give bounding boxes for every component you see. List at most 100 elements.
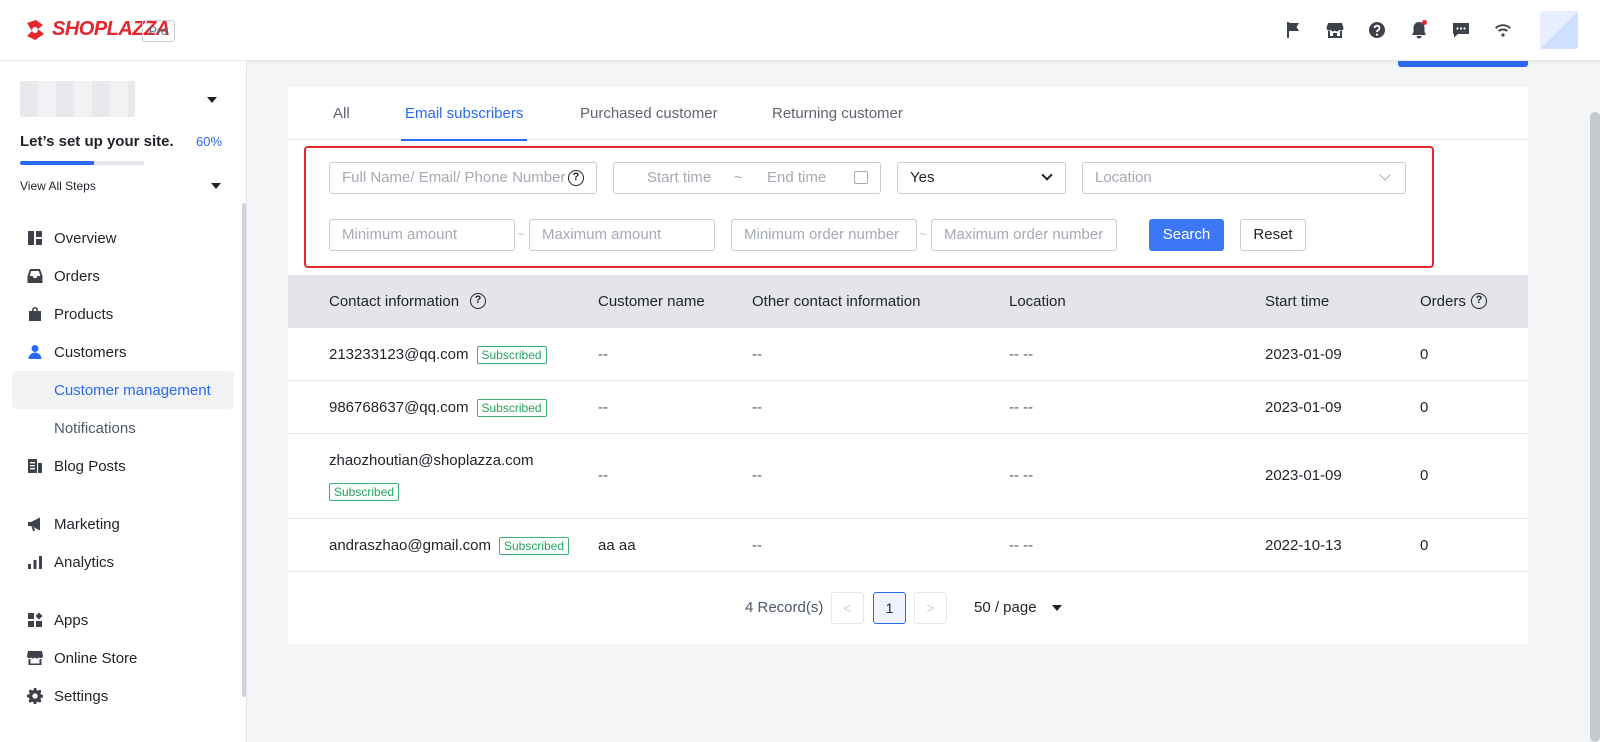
date-range-picker[interactable]: Start time ~ End time: [613, 162, 881, 194]
customer-name-cell: --: [598, 399, 608, 416]
reset-button[interactable]: Reset: [1240, 219, 1306, 251]
next-page-button[interactable]: >: [914, 592, 947, 624]
chevron-down-icon: [1041, 169, 1053, 181]
page-scrollbar[interactable]: [1590, 112, 1600, 742]
sidebar-item-customer-management[interactable]: Customer management: [12, 371, 234, 409]
store-icon[interactable]: [1314, 0, 1356, 60]
tab-email-subscribers[interactable]: Email subscribers: [400, 87, 528, 141]
page-button[interactable]: 1: [873, 592, 906, 624]
subscribed-badge: Subscribed: [476, 399, 547, 418]
contact-email: 213233123@qq.com: [329, 346, 469, 363]
search-input-placeholder: Full Name/ Email/ Phone Number: [342, 169, 566, 186]
sidebar-item-analytics[interactable]: Analytics: [12, 543, 234, 581]
sidebar-item-label: Overview: [54, 229, 117, 247]
sidebar-item-label: Notifications: [54, 419, 136, 437]
megaphone-icon: [26, 515, 44, 533]
help-circle-icon[interactable]: ?: [568, 170, 584, 186]
sidebar-item-customers[interactable]: Customers: [12, 333, 234, 371]
sidebar-scrollbar[interactable]: [242, 203, 246, 697]
start-time-field[interactable]: Start time: [647, 163, 711, 193]
sidebar-item-online-store[interactable]: Online Store: [12, 639, 234, 677]
sidebar-item-settings[interactable]: Settings: [12, 677, 234, 715]
orders-cell: 0: [1420, 467, 1429, 484]
start-time-cell: 2023-01-09: [1265, 399, 1342, 416]
header-action-button[interactable]: [1398, 61, 1528, 67]
calendar-icon: [854, 171, 868, 184]
chevron-left-icon: <: [843, 600, 852, 616]
search-button[interactable]: Search: [1149, 219, 1224, 251]
sidebar-item-label: Products: [54, 305, 114, 323]
store-name-blurred: [20, 81, 135, 117]
wifi-icon[interactable]: [1482, 0, 1524, 60]
sidebar-item-label: Settings: [54, 687, 109, 705]
table-row[interactable]: andraszhao@gmail.com Subscribed aa aa -- …: [288, 519, 1528, 572]
sidebar-item-overview[interactable]: Overview: [12, 219, 234, 257]
blog-icon: [26, 457, 44, 475]
maximum-amount-placeholder: Maximum amount: [542, 226, 662, 243]
top-actions: [1272, 0, 1600, 60]
sidebar-item-label: Marketing: [54, 515, 120, 533]
flag-icon[interactable]: [1272, 0, 1314, 60]
minimum-order-placeholder: Minimum order number: [744, 226, 900, 243]
chevron-down-icon[interactable]: [211, 183, 221, 189]
subscribed-badge: Subscribed: [498, 537, 570, 556]
tab-all[interactable]: All: [333, 87, 350, 140]
range-separator: ~: [919, 226, 928, 242]
end-time-field[interactable]: End time: [767, 163, 826, 193]
contact-email: andraszhao@gmail.com: [329, 537, 491, 554]
table-row[interactable]: zhaozhoutian@shoplazza.com Subscribed --…: [288, 434, 1528, 519]
sidebar-item-label: Apps: [54, 611, 89, 629]
sidebar-item-notifications[interactable]: Notifications: [12, 409, 234, 447]
subscribed-badge: Subscribed: [476, 346, 547, 365]
record-count: 4 Record(s): [745, 599, 824, 616]
column-start-time: Start time: [1265, 293, 1330, 310]
help-circle-icon[interactable]: [1356, 0, 1398, 60]
sidebar-item-orders[interactable]: Orders: [12, 257, 234, 295]
sidebar: Let’s set up your site. 60% View All Ste…: [0, 61, 247, 742]
column-customer-name: Customer name: [598, 293, 705, 310]
avatar[interactable]: [1540, 11, 1578, 49]
sidebar-item-marketing[interactable]: Marketing: [12, 505, 234, 543]
location-cell: -- --: [1009, 537, 1034, 554]
overview-icon: [26, 229, 44, 247]
other-contact-cell: --: [752, 537, 762, 554]
chat-icon[interactable]: [1440, 0, 1482, 60]
location-cell: -- --: [1009, 467, 1034, 484]
minimum-amount-input[interactable]: Minimum amount: [329, 219, 515, 251]
pagination: < 1 >: [831, 592, 947, 624]
bag-icon: [26, 305, 44, 323]
subscribed-select-value: Yes: [910, 169, 935, 186]
view-all-steps[interactable]: View All Steps: [20, 179, 96, 193]
location-select[interactable]: Location: [1082, 162, 1406, 194]
search-input[interactable]: Full Name/ Email/ Phone Number ?: [329, 162, 597, 194]
sidebar-item-apps[interactable]: Apps: [12, 601, 234, 639]
other-contact-cell: --: [752, 346, 762, 363]
sidebar-nav: Overview Orders Products Customers Custo…: [12, 219, 234, 715]
contact-cell: 213233123@qq.com Subscribed: [329, 346, 547, 365]
store-switcher[interactable]: [20, 81, 225, 119]
table-row[interactable]: 986768637@qq.com Subscribed -- -- -- -- 2…: [288, 381, 1528, 434]
sidebar-item-blog-posts[interactable]: Blog Posts: [12, 447, 234, 485]
customer-tabs: All Email subscribers Purchased customer…: [288, 87, 1528, 141]
maximum-amount-input[interactable]: Maximum amount: [529, 219, 715, 251]
page-size-select[interactable]: 50 / page: [974, 599, 1037, 616]
sidebar-item-label: Online Store: [54, 649, 138, 667]
start-time-cell: 2022-10-13: [1265, 537, 1342, 554]
bell-icon[interactable]: [1398, 0, 1440, 60]
sidebar-item-products[interactable]: Products: [12, 295, 234, 333]
location-placeholder: Location: [1095, 169, 1152, 186]
maximum-order-number-input[interactable]: Maximum order number: [931, 219, 1117, 251]
chevron-down-icon[interactable]: [1052, 605, 1062, 611]
person-icon: [26, 343, 44, 361]
tab-returning-customer[interactable]: Returning customer: [772, 87, 903, 140]
prev-page-button[interactable]: <: [831, 592, 864, 624]
help-circle-icon[interactable]: ?: [470, 293, 486, 309]
subscribed-select[interactable]: Yes: [897, 162, 1066, 194]
help-circle-icon[interactable]: ?: [1471, 293, 1487, 309]
shoplazza-logo-icon: [24, 19, 46, 41]
view-all-steps-label: View All Steps: [20, 179, 96, 193]
minimum-order-number-input[interactable]: Minimum order number: [731, 219, 917, 251]
tab-purchased-customer[interactable]: Purchased customer: [580, 87, 718, 140]
table-row[interactable]: 213233123@qq.com Subscribed -- -- -- -- 2…: [288, 328, 1528, 381]
start-time-cell: 2023-01-09: [1265, 467, 1342, 484]
